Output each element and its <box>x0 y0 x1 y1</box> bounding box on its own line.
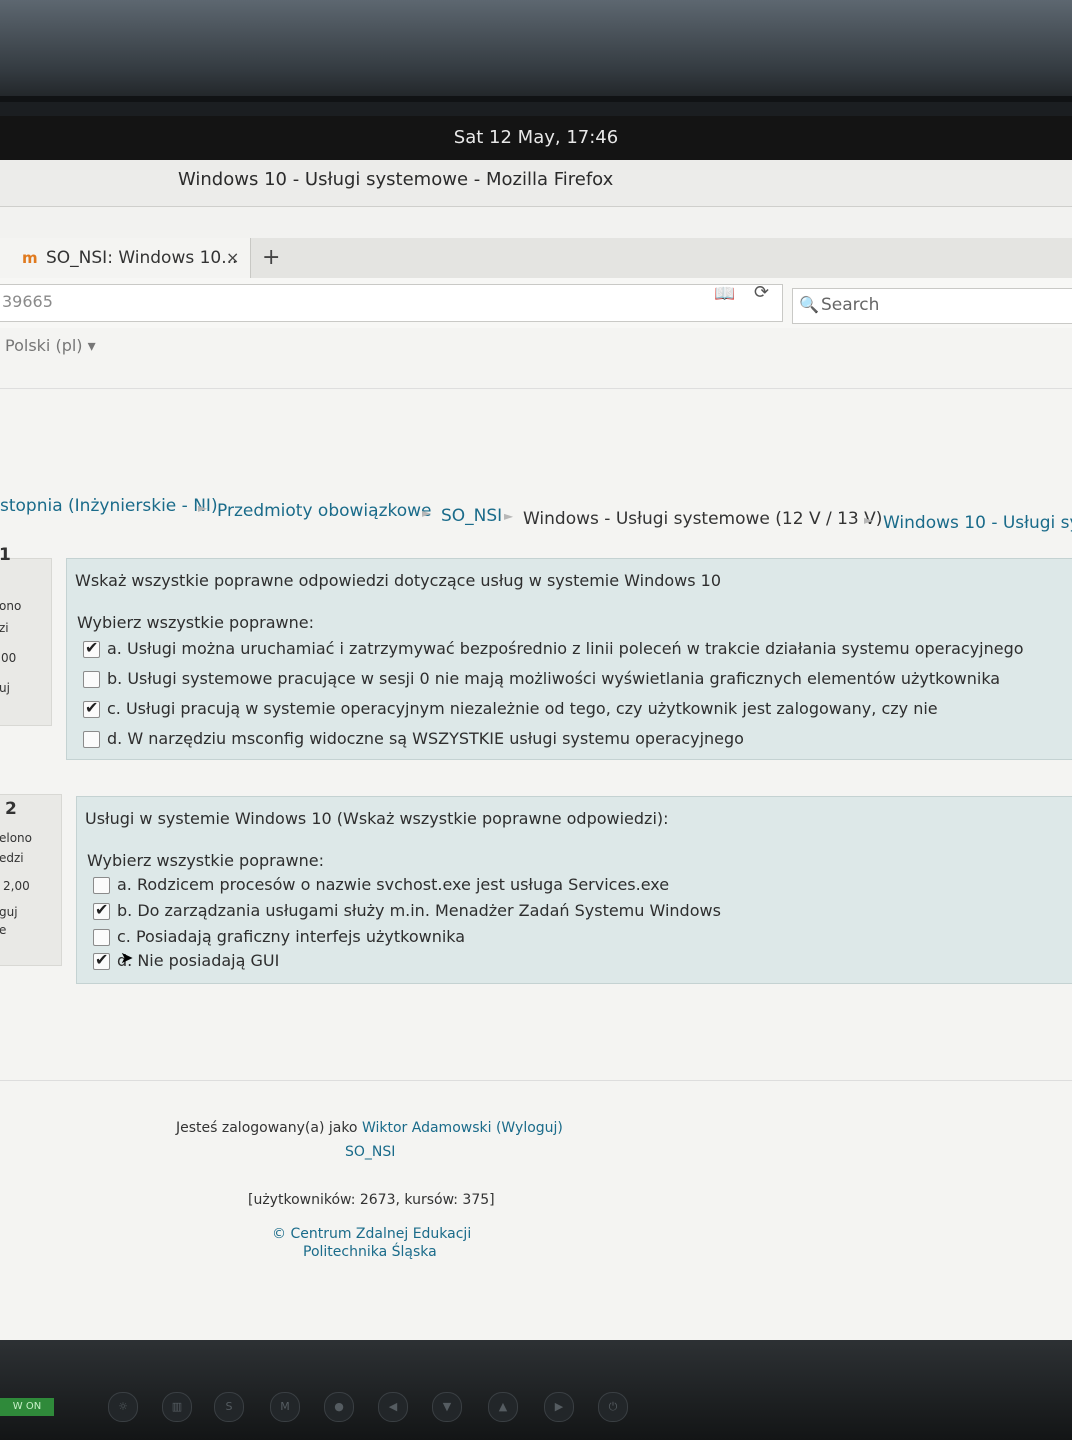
checkbox-checked[interactable]: ✔ <box>93 950 110 970</box>
breadcrumb-separator-icon: ► <box>504 509 514 523</box>
mouse-cursor-icon: ➤ <box>120 948 134 967</box>
breadcrumb-item-courses[interactable]: Przedmioty obowiązkowe <box>217 501 432 521</box>
question-status: zi <box>0 621 9 635</box>
moodle-favicon-icon: m <box>22 249 38 267</box>
question-points: 2,00 <box>3 879 30 893</box>
monitor-left-icon[interactable]: ◀ <box>378 1392 408 1422</box>
monitor-m-button-icon[interactable]: M <box>270 1392 300 1422</box>
checkmark-icon: ✔ <box>85 638 99 657</box>
login-info: Jesteś zalogowany(a) jako Wiktor Adamows… <box>176 1120 563 1136</box>
tab-so-nsi[interactable]: m SO_NSI: Windows 10... × <box>0 238 251 278</box>
option-label: b. Usługi systemowe pracujące w sesji 0 … <box>107 669 1001 688</box>
breadcrumb-separator-icon: ► <box>422 506 432 520</box>
question-status: elono <box>0 831 33 845</box>
tab-label: SO_NSI: Windows 10... <box>46 248 238 268</box>
reader-view-icon[interactable]: 📖 <box>714 284 735 304</box>
monitor-bezel-bottom: W ON ☼ ▥ S M ● ◀ ▼ ▲ ▶ ⏻ <box>0 1340 1072 1440</box>
monitor-up-icon[interactable]: ▲ <box>488 1392 518 1422</box>
search-input[interactable]: 🔍 Search <box>792 288 1072 324</box>
language-selector[interactable]: Polski (pl) ▾ <box>5 336 96 355</box>
monitor-down-icon[interactable]: ▼ <box>432 1392 462 1422</box>
checkmark-icon: ✔ <box>95 900 109 919</box>
checkbox-checked[interactable]: ✔ <box>93 900 110 920</box>
option-label: c. Usługi pracują w systemie operacyjnym… <box>107 699 938 718</box>
question-text: Usługi w systemie Windows 10 (Wskaż wszy… <box>85 809 669 828</box>
footer-divider <box>0 1080 1072 1081</box>
tab-strip: m SO_NSI: Windows 10... × + <box>0 238 1072 279</box>
breadcrumb-item-program[interactable]: stopnia (Inżynierskie - NI) <box>0 496 218 516</box>
url-text: 39665 <box>2 292 53 311</box>
monitor-s-button-icon[interactable]: S <box>214 1392 244 1422</box>
checkbox-checked[interactable]: ✔ <box>83 698 100 718</box>
option-label: a. Usługi można uruchamiać i zatrzymywać… <box>107 639 1024 658</box>
question-2-info: 2 elono edzi 2,00 guj e <box>0 794 62 966</box>
breadcrumb-separator-icon: ► <box>864 513 874 527</box>
breadcrumb-item-topic: Windows - Usługi systemowe (12 V / 13 V) <box>523 509 883 529</box>
copyright-link[interactable]: © Centrum Zdalnej Edukacji <box>272 1226 471 1242</box>
question-1-box: Wskaż wszystkie poprawne odpowiedzi doty… <box>66 558 1072 760</box>
site-stats: [użytkowników: 2673, kursów: 375] <box>248 1192 495 1208</box>
checkbox-unchecked[interactable] <box>83 731 100 748</box>
browser-window: Windows 10 - Usługi systemowe - Mozilla … <box>0 160 1072 1340</box>
flag-question-link[interactable]: uj <box>0 681 10 695</box>
answer-prompt: Wybierz wszystkie poprawne: <box>77 613 314 632</box>
option-label: a. Rodzicem procesów o nazwie svchost.ex… <box>117 875 670 894</box>
institution-link[interactable]: Politechnika Śląska <box>303 1244 437 1260</box>
monitor-right-icon[interactable]: ▶ <box>544 1392 574 1422</box>
answer-prompt: Wybierz wszystkie poprawne: <box>87 851 324 870</box>
option-label: c. Posiadają graficzny interfejs użytkow… <box>117 927 466 946</box>
question-2-box: Usługi w systemie Windows 10 (Wskaż wszy… <box>76 796 1072 984</box>
breadcrumb-item-course[interactable]: SO_NSI <box>441 506 502 526</box>
checkmark-icon: ✔ <box>95 950 109 969</box>
url-bar[interactable]: 39665 <box>0 284 783 322</box>
login-prefix: Jesteś zalogowany(a) jako <box>176 1120 358 1136</box>
system-clock[interactable]: Sat 12 May, 17:46 <box>454 127 618 148</box>
monitor-bezel-edge <box>0 96 1072 102</box>
monitor-input-icon[interactable]: ▥ <box>162 1392 192 1422</box>
question-number: 2 <box>5 799 17 819</box>
search-icon: 🔍 <box>799 295 819 314</box>
question-text: Wskaż wszystkie poprawne odpowiedzi doty… <box>75 571 722 590</box>
window-title: Windows 10 - Usługi systemowe - Mozilla … <box>178 169 614 190</box>
checkbox-unchecked[interactable] <box>83 671 100 688</box>
checkmark-icon: ✔ <box>85 698 99 717</box>
breadcrumb: stopnia (Inżynierskie - NI) ► Przedmioty… <box>0 496 1072 533</box>
question-number: 1 <box>0 545 11 565</box>
close-tab-icon[interactable]: × <box>226 238 239 278</box>
monitor-power-icon[interactable]: ⏻ <box>598 1392 628 1422</box>
system-top-bar: Sat 12 May, 17:46 <box>0 116 1072 160</box>
question-status: ono <box>0 599 22 613</box>
monitor-bezel-top <box>0 0 1072 100</box>
user-profile-link[interactable]: Wiktor Adamowski <box>362 1120 492 1136</box>
checkbox-checked[interactable]: ✔ <box>83 638 100 658</box>
page-content: Polski (pl) ▾ stopnia (Inżynierskie - NI… <box>0 328 1072 1340</box>
question-status: e <box>0 923 7 937</box>
option-label: b. Do zarządzania usługami służy m.in. M… <box>117 901 721 920</box>
option-label: d. W narzędziu msconfig widoczne są WSZY… <box>107 729 744 748</box>
question-points: 00 <box>1 651 17 665</box>
breadcrumb-separator-icon: ► <box>198 501 208 515</box>
reload-icon[interactable]: ⟳ <box>754 282 769 303</box>
window-titlebar[interactable]: Windows 10 - Usługi systemowe - Mozilla … <box>0 160 1072 207</box>
monitor-select-icon[interactable]: ● <box>324 1392 354 1422</box>
search-placeholder: Search <box>821 295 880 315</box>
power-indicator: W ON <box>0 1398 54 1416</box>
question-1-info: 1 ono zi 00 uj <box>0 545 52 726</box>
logout-link[interactable]: (Wyloguj) <box>496 1120 563 1136</box>
breadcrumb-item-quiz[interactable]: Windows 10 - Usługi sys <box>883 513 1072 533</box>
option-label: d. Nie posiadają GUI <box>117 951 280 970</box>
checkbox-unchecked[interactable] <box>93 929 110 946</box>
course-link[interactable]: SO_NSI <box>345 1144 395 1160</box>
new-tab-button[interactable]: + <box>262 238 280 278</box>
checkbox-unchecked[interactable] <box>93 877 110 894</box>
monitor-brightness-icon[interactable]: ☼ <box>108 1392 138 1422</box>
question-status: edzi <box>0 851 24 865</box>
navigation-toolbar: 39665 📖 ⟳ 🔍 Search <box>0 278 1072 329</box>
flag-question-link[interactable]: guj <box>0 905 18 919</box>
header-divider <box>0 388 1072 389</box>
